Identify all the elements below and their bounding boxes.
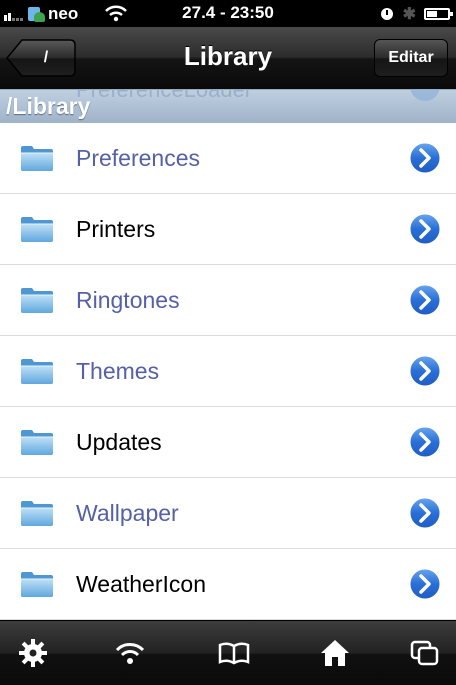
- disclosure-button-icon[interactable]: [408, 567, 442, 601]
- disclosure-button-icon[interactable]: [408, 283, 442, 317]
- disclosure-button-icon[interactable]: [408, 212, 442, 246]
- list-item[interactable]: Updates: [0, 407, 456, 478]
- navigation-bar: / Library Editar: [0, 27, 456, 90]
- book-icon[interactable]: [218, 637, 250, 669]
- wifi-icon[interactable]: [114, 637, 146, 669]
- alarm-clock-icon: [380, 8, 393, 20]
- list-item[interactable]: WeatherIcon: [0, 549, 456, 620]
- folder-icon: [21, 288, 53, 313]
- list-item-label: WeatherIcon: [76, 571, 206, 597]
- list-item-label: Updates: [76, 429, 162, 455]
- bottom-toolbar: [0, 620, 456, 685]
- list-item[interactable]: Wallpaper: [0, 478, 456, 549]
- list-item-label: Wallpaper: [76, 500, 179, 526]
- folder-icon: [21, 430, 53, 455]
- list-item[interactable]: Themes: [0, 336, 456, 407]
- gear-icon[interactable]: [17, 637, 49, 669]
- folder-icon: [21, 146, 53, 171]
- list-item-label: Themes: [76, 358, 160, 384]
- folder-icon: [21, 501, 53, 526]
- list-item-label: Ringtones: [76, 287, 180, 313]
- windows-icon[interactable]: [409, 637, 441, 669]
- disclosure-button-icon[interactable]: [408, 496, 442, 530]
- status-bar: neo 27.4 - 23:50 ✱: [0, 0, 456, 27]
- scrolled-under-row-label: PreferenceLoader: [76, 89, 253, 102]
- disclosure-button-icon[interactable]: [408, 354, 442, 388]
- folder-list: Preferences Printers Ringtones Themes Up…: [0, 123, 456, 620]
- disclosure-button-icon[interactable]: [408, 425, 442, 459]
- list-item-label: Printers: [76, 216, 156, 242]
- battery-level: [427, 11, 437, 17]
- list-item[interactable]: Printers: [0, 194, 456, 265]
- bluetooth-icon: ✱: [402, 6, 416, 23]
- current-path: /Library: [6, 93, 91, 119]
- disclosure-button-icon[interactable]: [408, 141, 442, 175]
- list-item[interactable]: Preferences: [0, 123, 456, 194]
- status-right: ✱: [380, 4, 453, 24]
- folder-icon: [21, 217, 53, 242]
- home-icon[interactable]: [319, 637, 351, 669]
- list-item-label: Preferences: [76, 145, 201, 171]
- edit-button[interactable]: Editar: [374, 39, 448, 77]
- path-header: PreferenceLoader /Library: [0, 89, 456, 123]
- folder-icon: [21, 572, 53, 597]
- scrolled-under-disclosure-icon: [410, 89, 440, 101]
- battery-icon: [424, 8, 453, 20]
- list-item[interactable]: Ringtones: [0, 265, 456, 336]
- folder-icon: [21, 359, 53, 384]
